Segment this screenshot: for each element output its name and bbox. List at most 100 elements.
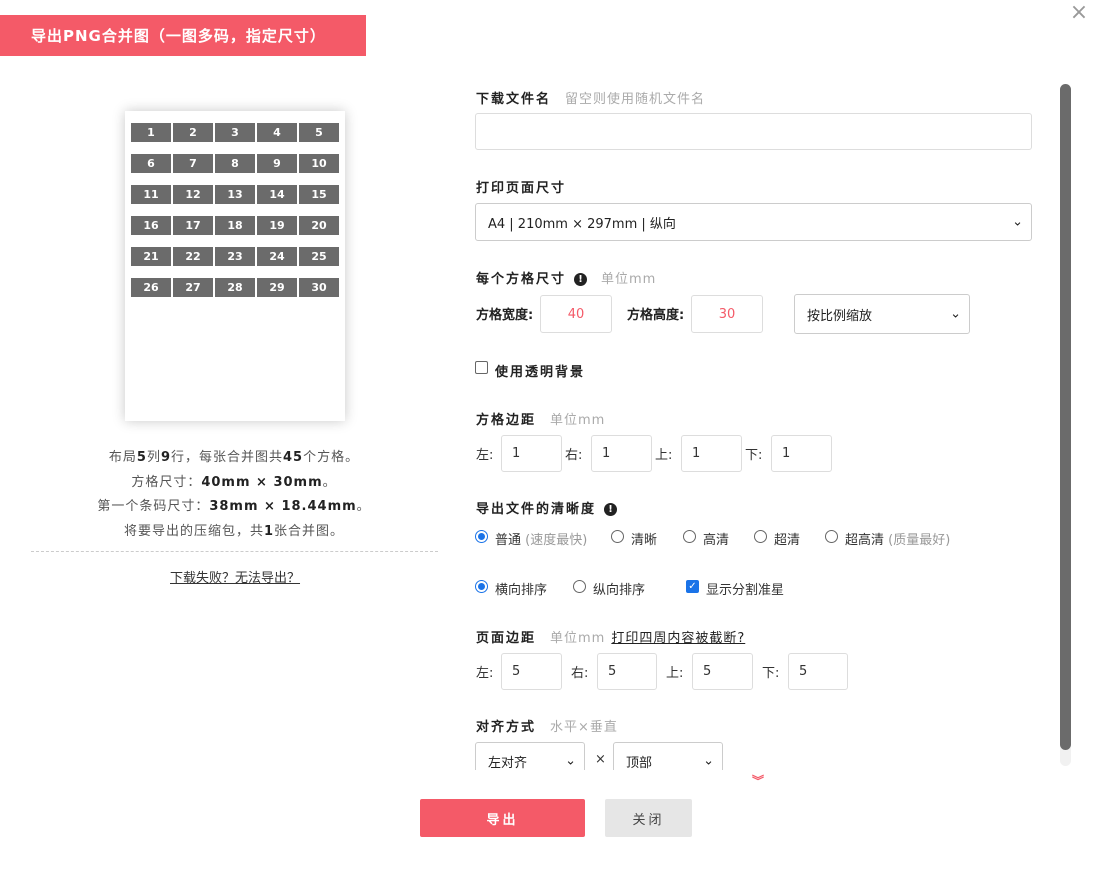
scale-mode-select[interactable]: 按比例缩放 ⌄ <box>794 294 970 334</box>
preview-cell: 28 <box>215 278 255 297</box>
preview-cell: 19 <box>257 216 297 235</box>
summary-text: 将要导出的压缩包，共 <box>123 523 264 539</box>
preview-cell: 12 <box>173 185 213 204</box>
page-margin-bottom-input[interactable] <box>788 653 848 690</box>
page-margin-left-label: 左: <box>476 666 494 681</box>
alignment-label-text: 对齐方式 <box>476 720 537 735</box>
cell-margin-bottom-input[interactable] <box>771 435 832 472</box>
info-icon[interactable]: ! <box>604 503 618 516</box>
chevron-down-icon: ⌄ <box>1012 214 1023 230</box>
cell-margin-hint: 单位mm <box>550 413 606 428</box>
preview-cell: 2 <box>173 123 213 142</box>
resolution-radio-hd[interactable] <box>683 530 696 543</box>
crop-marks-checkbox[interactable]: ✓ <box>686 580 699 593</box>
summary-text: 第一个条码尺寸： <box>97 499 210 514</box>
page-margin-help-link[interactable]: 打印四周内容被截断? <box>611 631 745 646</box>
preview-cell: 22 <box>173 247 213 266</box>
cell-height-input[interactable] <box>691 295 763 333</box>
resolution-label-text: 导出文件的清晰度 <box>476 502 597 517</box>
cell-margin-left-input[interactable] <box>501 435 562 472</box>
preview-cell: 14 <box>257 185 297 204</box>
cell-margin-label: 方格边距 单位mm <box>476 409 605 428</box>
export-settings-form: 下载文件名 留空则使用随机文件名 打印页面尺寸 A4 | 210mm × 297m… <box>475 0 1035 770</box>
transparent-bg-label[interactable]: 使用透明背景 <box>495 361 585 380</box>
divider <box>31 551 438 552</box>
resolution-radio-super[interactable] <box>754 530 767 543</box>
layout-summary: 布局5列9行，每张合并图共45个方格。 方格尺寸：40mm × 30mm。 第一… <box>30 446 438 544</box>
cell-height-label: 方格高度: <box>627 308 685 323</box>
order-radio-horizontal[interactable] <box>475 580 488 593</box>
filename-input[interactable] <box>475 113 1032 150</box>
resolution-option-ultra[interactable]: 超高清 (质量最好) <box>845 529 950 548</box>
preview-cell: 30 <box>299 278 339 297</box>
chevron-down-icon: ⌄ <box>565 753 576 769</box>
download-failed-link[interactable]: 下载失败？无法导出？ <box>170 567 300 586</box>
preview-cell: 4 <box>257 123 297 142</box>
summary-count: 1 <box>263 523 275 539</box>
horizontal-align-select[interactable]: 左对齐 ⌄ <box>475 742 585 770</box>
preview-cell: 3 <box>215 123 255 142</box>
page-margin-bottom-label: 下: <box>762 666 780 681</box>
preview-cell: 23 <box>215 247 255 266</box>
cell-width-input[interactable] <box>540 295 612 333</box>
filename-label-text: 下载文件名 <box>476 92 552 107</box>
resolution-option-super[interactable]: 超清 <box>774 529 800 548</box>
preview-cell: 1 <box>131 123 171 142</box>
cell-margin-label-text: 方格边距 <box>476 413 537 428</box>
preview-cell: 25 <box>299 247 339 266</box>
close-button[interactable]: 关闭 <box>605 799 692 837</box>
vertical-align-selected: 顶部 <box>626 755 653 771</box>
resolution-option-sub: (质量最好) <box>888 533 951 548</box>
resolution-radio-normal[interactable] <box>475 530 488 543</box>
preview-cell: 29 <box>257 278 297 297</box>
double-chevron-down-icon[interactable]: ︾ <box>751 775 765 787</box>
page-margin-top-input[interactable] <box>692 653 753 690</box>
page-margin-hint: 单位mm <box>550 631 606 646</box>
cell-margin-left-label: 左: <box>476 448 494 463</box>
cell-margin-top-input[interactable] <box>681 435 742 472</box>
transparent-bg-checkbox[interactable] <box>475 361 488 374</box>
page-size-select[interactable]: A4 | 210mm × 297mm | 纵向 ⌄ <box>475 203 1032 241</box>
preview-cell: 17 <box>173 216 213 235</box>
summary-text: 行，每张合并图共 <box>171 450 284 465</box>
summary-text: 布局 <box>108 450 137 465</box>
page-size-selected: A4 | 210mm × 297mm | 纵向 <box>488 216 676 232</box>
alignment-label: 对齐方式 水平×垂直 <box>476 716 618 735</box>
horizontal-align-selected: 左对齐 <box>488 755 528 771</box>
order-horizontal-label[interactable]: 横向排序 <box>495 579 547 598</box>
info-icon[interactable]: ! <box>574 273 588 286</box>
resolution-option-normal[interactable]: 普通 (速度最快) <box>495 529 587 548</box>
cell-margin-bottom-label: 下: <box>745 448 763 463</box>
vertical-align-select[interactable]: 顶部 ⌄ <box>613 742 723 770</box>
chevron-down-icon: ⌄ <box>703 753 714 769</box>
preview-grid: 1 2 3 4 5 6 7 8 9 10 11 12 13 14 15 16 17 18 19 20 21 22 23 24 2… <box>131 123 339 297</box>
resolution-radio-ultra[interactable] <box>825 530 838 543</box>
cell-margin-top-label: 上: <box>655 448 673 463</box>
layout-preview-paper: 1 2 3 4 5 6 7 8 9 10 11 12 13 14 15 16 17 18 19 20 21 22 23 24 2… <box>125 111 345 421</box>
resolution-option-clear[interactable]: 清晰 <box>631 529 657 548</box>
cell-margin-right-label: 右: <box>565 448 583 463</box>
preview-cell: 20 <box>299 216 339 235</box>
summary-rows: 9 <box>160 450 171 465</box>
page-margin-top-label: 上: <box>666 666 684 681</box>
close-icon[interactable]: × <box>1068 2 1090 24</box>
preview-cell: 21 <box>131 247 171 266</box>
cell-margin-right-input[interactable] <box>591 435 652 472</box>
summary-text: 方格尺寸： <box>131 474 202 490</box>
crop-marks-label[interactable]: 显示分割准星 <box>706 579 784 598</box>
export-button[interactable]: 导出 <box>420 799 585 837</box>
summary-text: 。 <box>356 499 371 514</box>
order-radio-vertical[interactable] <box>573 580 586 593</box>
summary-line-count: 将要导出的压缩包，共1张合并图。 <box>30 520 438 545</box>
resolution-radio-clear[interactable] <box>611 530 624 543</box>
scrollbar-thumb[interactable] <box>1060 84 1071 750</box>
resolution-option-hd[interactable]: 高清 <box>703 529 729 548</box>
page-margin-label-text: 页面边距 <box>476 631 537 646</box>
order-vertical-label[interactable]: 纵向排序 <box>593 579 645 598</box>
page-margin-right-input[interactable] <box>597 653 657 690</box>
page-margin-right-label: 右: <box>571 666 589 681</box>
page-margin-left-input[interactable] <box>501 653 562 690</box>
preview-cell: 9 <box>257 154 297 173</box>
alignment-times: × <box>595 752 606 767</box>
preview-cell: 13 <box>215 185 255 204</box>
